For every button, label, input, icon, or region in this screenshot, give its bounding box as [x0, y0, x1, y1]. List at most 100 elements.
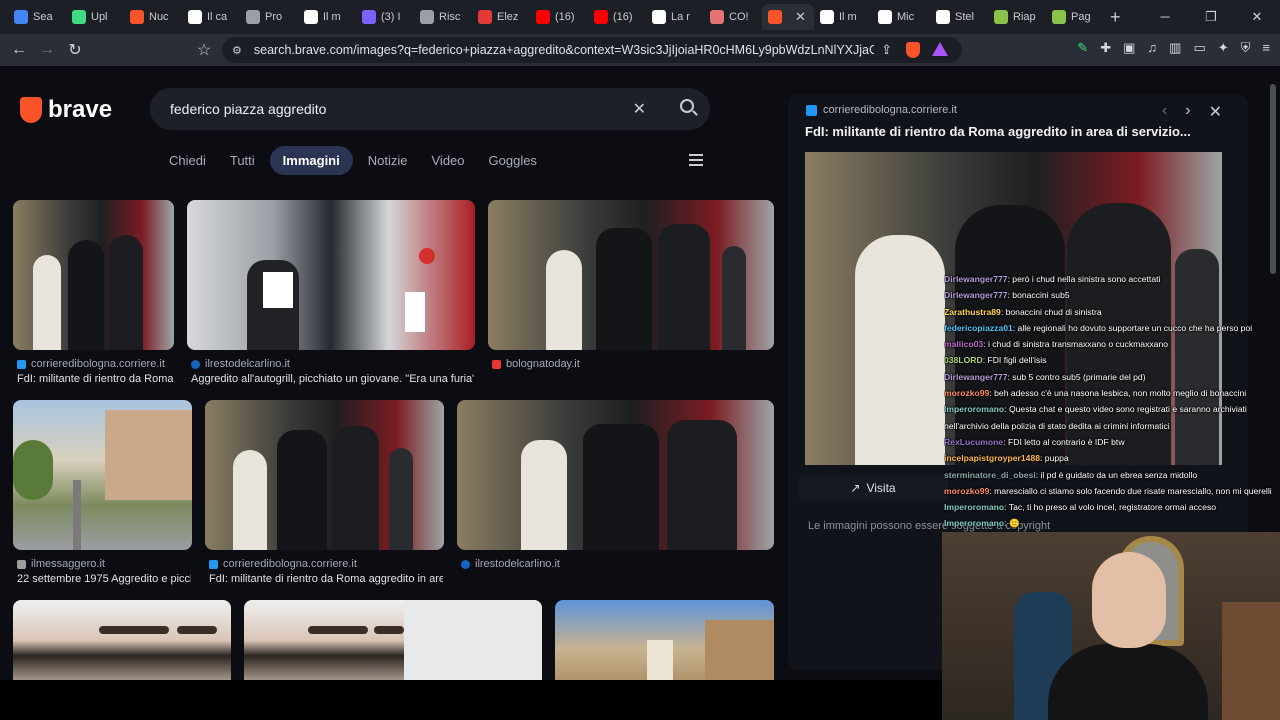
clear-search-icon[interactable]: ✕ — [633, 99, 646, 119]
puzzle-extension-icon[interactable]: ✚ — [1100, 40, 1111, 56]
tab-favicon-icon — [188, 10, 202, 24]
tab-label: (16) — [613, 11, 633, 23]
chat-username: RexLucumone — [944, 436, 1004, 447]
result-source-4[interactable]: ilmessaggero.it — [17, 558, 105, 570]
result-image-1[interactable] — [13, 200, 174, 350]
browser-tab[interactable]: ✕ — [762, 4, 814, 30]
search-box[interactable]: federico piazza aggredito ✕ — [150, 88, 710, 130]
browser-tab[interactable]: Il ca — [182, 4, 240, 30]
browser-tab[interactable]: Risc — [414, 4, 472, 30]
tab-favicon-icon — [820, 10, 834, 24]
vpn-icon[interactable]: ⛨ — [1241, 40, 1251, 56]
sidebar-icon[interactable]: ▥ — [1169, 40, 1181, 56]
scrollbar[interactable] — [1270, 84, 1276, 274]
close-preview-icon[interactable]: ✕ — [1209, 102, 1222, 122]
browser-tab[interactable]: Il m — [814, 4, 872, 30]
previous-icon[interactable]: ‹ — [1162, 102, 1167, 122]
search-input[interactable]: federico piazza aggredito — [170, 101, 326, 117]
chat-text: : 🙂 — [1004, 518, 1020, 529]
result-image-9[interactable] — [555, 600, 774, 680]
next-icon[interactable]: › — [1185, 102, 1190, 122]
tab-immagini[interactable]: Immagini — [269, 146, 353, 175]
chat-text: : però i chud nella sinistra sono accett… — [1007, 274, 1161, 284]
tab-goggles[interactable]: Goggles — [480, 146, 546, 175]
tab-favicon-icon — [710, 10, 724, 24]
chat-username: morozko99 — [944, 485, 990, 496]
close-icon[interactable]: ✕ — [1234, 0, 1280, 34]
address-bar[interactable]: ⚙ search.brave.com/images?q=federico+pia… — [222, 37, 962, 63]
tab-tutti[interactable]: Tutti — [221, 146, 264, 175]
result-image-8[interactable] — [244, 600, 542, 680]
back-icon[interactable]: ← — [5, 41, 33, 59]
maximize-icon[interactable]: ❐ — [1188, 0, 1234, 34]
chat-username: Dirlewanger777 — [944, 290, 1008, 301]
result-image-3[interactable] — [488, 200, 774, 350]
brave-lion-icon — [20, 97, 42, 123]
result-image-4[interactable] — [13, 400, 192, 550]
site-settings-icon[interactable]: ⚙ — [232, 44, 242, 57]
browser-tab[interactable]: (16) — [530, 4, 588, 30]
site-favicon-icon — [209, 559, 218, 569]
result-image-7[interactable] — [13, 600, 231, 680]
preview-title[interactable]: FdI: militante di rientro da Roma aggred… — [805, 124, 1191, 139]
tab-strip: Sea Upl Nuc Il ca Pro Il m (3) I Risc Elez (16) (1… — [0, 0, 1280, 34]
chat-username: 038LORD — [944, 355, 983, 366]
url-text[interactable]: search.brave.com/images?q=federico+piazz… — [254, 43, 874, 57]
browser-tab[interactable]: Sea — [8, 4, 66, 30]
result-image-6[interactable] — [457, 400, 774, 550]
browser-tab[interactable]: Stel — [930, 4, 988, 30]
new-tab-icon[interactable]: + — [1110, 7, 1121, 28]
browser-tab[interactable]: CO! — [704, 4, 762, 30]
brave-shields-icon[interactable] — [906, 42, 920, 58]
share-icon[interactable]: ⇪ — [881, 42, 892, 58]
chat-text: : i chud di sinistra transmaxxano o cuck… — [983, 339, 1169, 350]
browser-tab[interactable]: Pag — [1046, 4, 1104, 30]
result-source-2[interactable]: ilrestodelcarlino.it — [191, 358, 290, 370]
reload-icon[interactable]: ↻ — [61, 40, 89, 60]
menu-icon[interactable]: ≡ — [1262, 40, 1270, 56]
result-image-2[interactable] — [187, 200, 475, 350]
browser-tab[interactable]: Riap — [988, 4, 1046, 30]
screenshot-icon[interactable]: ▣ — [1123, 40, 1135, 56]
browser-tab[interactable]: Il m — [298, 4, 356, 30]
chat-message: Zarathustra89: bonaccini chud di sinistr… — [944, 304, 1280, 320]
brave-rewards-icon[interactable] — [932, 42, 948, 56]
forward-icon[interactable]: → — [33, 41, 61, 59]
browser-tab[interactable]: Nuc — [124, 4, 182, 30]
result-source-1[interactable]: corrieredibologna.corriere.it — [17, 358, 165, 370]
browser-tab[interactable]: Mic — [872, 4, 930, 30]
result-image-5[interactable] — [205, 400, 444, 550]
site-favicon-icon — [806, 104, 817, 116]
result-caption-4[interactable]: 22 settembre 1975 Aggredito e picchiato.… — [17, 573, 191, 585]
filter-settings-icon[interactable] — [689, 153, 703, 167]
bookmark-icon[interactable]: ☆ — [190, 40, 218, 60]
tab-notizie[interactable]: Notizie — [359, 146, 417, 175]
result-caption-1[interactable]: FdI: militante di rientro da Roma aggred… — [17, 373, 173, 385]
result-caption-5[interactable]: FdI: militante di rientro da Roma aggred… — [209, 573, 443, 585]
wallet-icon[interactable]: ▭ — [1193, 40, 1205, 56]
result-source-6[interactable]: ilrestodelcarlino.it — [461, 558, 560, 570]
tab-video[interactable]: Video — [423, 146, 474, 175]
browser-tab[interactable]: (16) — [588, 4, 646, 30]
chat-text: : sub 5 contro sub5 (primarie del pd) — [1007, 371, 1146, 382]
leo-ai-icon[interactable]: ✦ — [1218, 40, 1229, 56]
brave-logo[interactable]: brave — [20, 96, 112, 124]
result-source-3[interactable]: bolognatoday.it — [492, 358, 580, 370]
tab-chiedi[interactable]: Chiedi — [160, 146, 215, 175]
browser-tab[interactable]: La r — [646, 4, 704, 30]
media-icon[interactable]: ♫ — [1147, 40, 1157, 56]
minimize-icon[interactable]: ─ — [1142, 0, 1188, 34]
result-source-5[interactable]: corrieredibologna.corriere.it — [209, 558, 357, 570]
preview-source[interactable]: corrieredibologna.corriere.it — [806, 104, 957, 116]
chat-text: : bonaccini sub5 — [1007, 290, 1070, 301]
visit-button[interactable]: ↗ Visita — [798, 476, 948, 500]
browser-tab[interactable]: Upl — [66, 4, 124, 30]
close-tab-icon[interactable]: ✕ — [795, 9, 806, 25]
browser-tab[interactable]: Elez — [472, 4, 530, 30]
tab-favicon-icon — [652, 10, 666, 24]
pen-extension-icon[interactable]: ✎ — [1077, 40, 1088, 56]
browser-tab[interactable]: Pro — [240, 4, 298, 30]
result-caption-2[interactable]: Aggredito all'autogrill, picchiato un gi… — [191, 373, 474, 385]
search-icon[interactable] — [680, 99, 694, 113]
browser-tab[interactable]: (3) I — [356, 4, 414, 30]
